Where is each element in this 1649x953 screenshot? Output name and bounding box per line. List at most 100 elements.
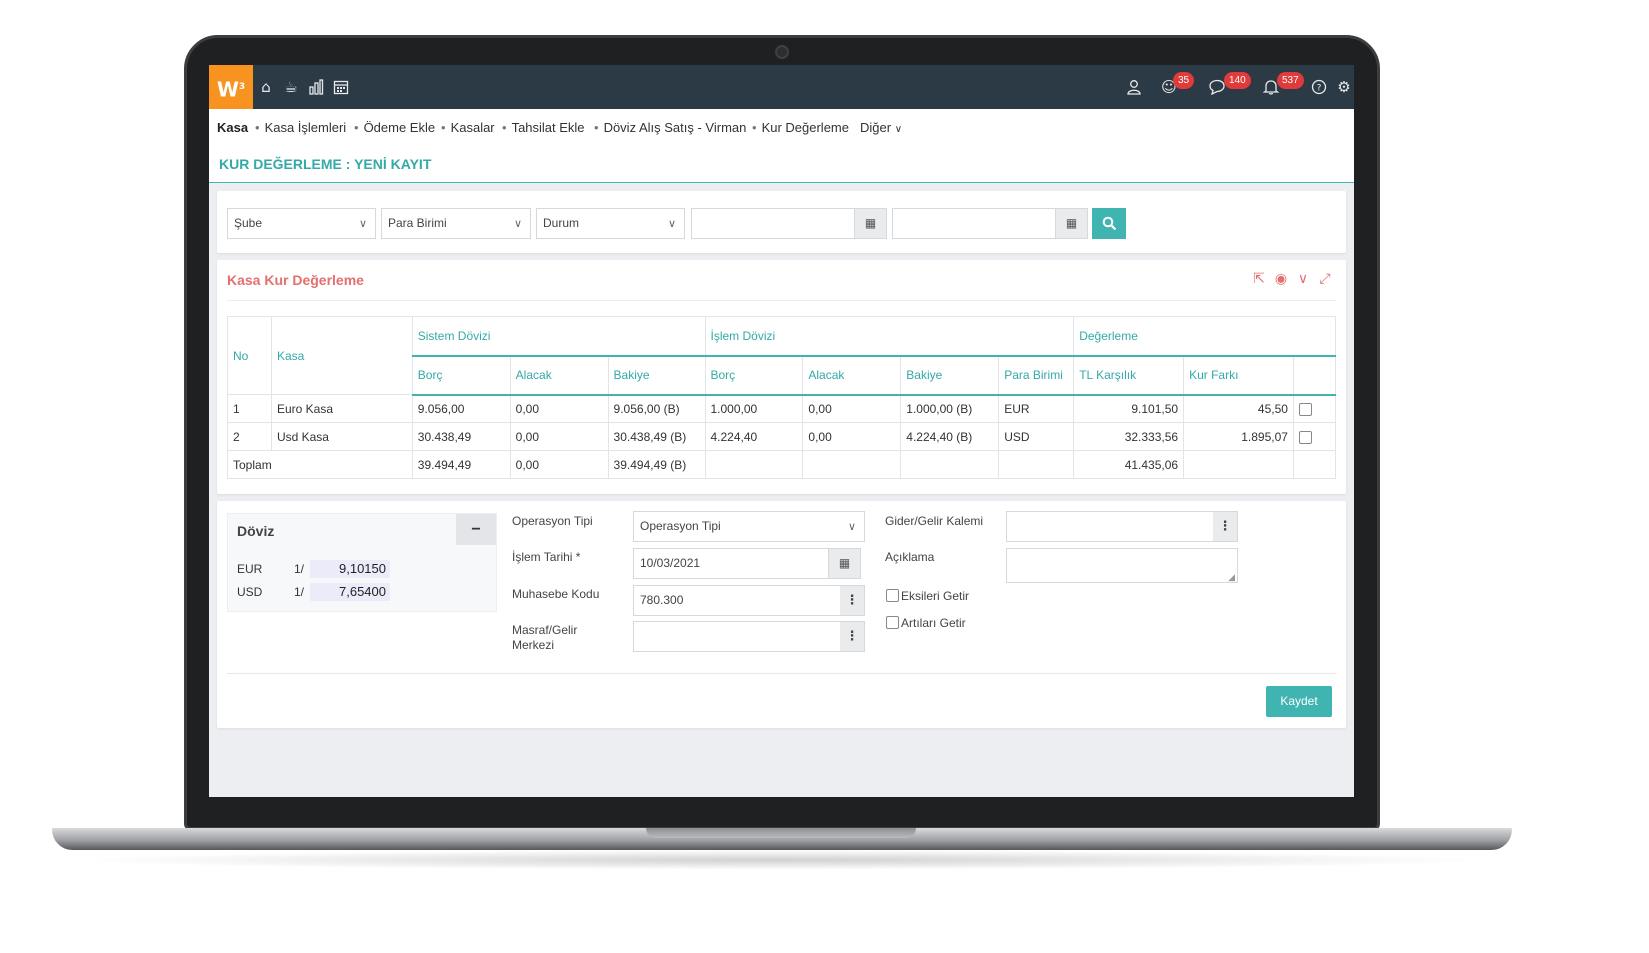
card-actions: ⇱ ◉ ∨ ⤢: [1248, 270, 1336, 288]
cell-i-borc: 4.224,40: [704, 422, 804, 451]
cell-tl-karsilik: 9.101,50: [1073, 394, 1185, 423]
chart-icon[interactable]: [306, 77, 326, 97]
islem-tarihi-input[interactable]: 10/03/2021 ▦: [633, 548, 861, 579]
col-s-borc: Borç: [411, 355, 511, 396]
menu-item-doviz-alis-satis[interactable]: • Döviz Alış Satış - Virman: [594, 120, 746, 135]
end-date-input[interactable]: ▦: [892, 208, 1088, 239]
group-sistem-dovizi: Sistem Dövizi: [411, 316, 706, 357]
artilari-getir-option[interactable]: Artıları Getir: [886, 616, 966, 630]
table-row[interactable]: 2 Usd Kasa 30.438,49 0,00 30.438,49 (B) …: [227, 422, 1337, 451]
rate-value[interactable]: 9,10150: [310, 560, 390, 578]
resize-handle-icon[interactable]: ◢: [1228, 572, 1235, 582]
artilari-checkbox[interactable]: [886, 616, 899, 629]
chat-badge: 140: [1224, 72, 1251, 89]
calendar-icon[interactable]: ▦: [828, 549, 860, 578]
para-birimi-select[interactable]: Para Birimi ∨: [381, 208, 531, 239]
cell-s-bakiye: 30.438,49 (B): [607, 422, 706, 451]
aciklama-label: Açıklama: [885, 550, 935, 564]
smile-badge: 35: [1173, 72, 1195, 89]
cup-icon[interactable]: ☕: [281, 77, 301, 97]
user-icon[interactable]: [1124, 77, 1144, 97]
menu-label: Kasa İşlemleri: [264, 120, 347, 135]
total-row: Toplam 39.494,49 0,00 39.494,49 (B) 41.4…: [227, 450, 1337, 479]
export-icon[interactable]: ⇱: [1248, 271, 1270, 287]
eksileri-label: Eksileri Getir: [901, 589, 970, 603]
menu-item-kasalar[interactable]: • Kasalar: [441, 120, 495, 135]
app-logo[interactable]: W3: [209, 65, 253, 109]
total-s-alacak: 0,00: [509, 450, 609, 479]
menu-item-kur-degerleme[interactable]: • Kur Değerleme: [752, 120, 849, 135]
start-date-input[interactable]: ▦: [691, 208, 887, 239]
page-title: KUR DEĞERLEME : YENİ KAYIT: [219, 156, 432, 172]
muhasebe-kodu-input[interactable]: 780.300 ⋮: [633, 585, 865, 616]
col-tl-karsilik: TL Karşılık: [1073, 355, 1185, 396]
home-icon[interactable]: ⌂: [256, 77, 276, 97]
total-s-borc: 39.494,49: [411, 450, 511, 479]
col-i-borc: Borç: [704, 355, 804, 396]
row-checkbox[interactable]: [1298, 430, 1312, 444]
chevron-down-icon: ∨: [667, 217, 676, 230]
calendar-icon[interactable]: ▦: [1055, 209, 1087, 238]
eye-icon[interactable]: ◉: [1270, 271, 1292, 287]
menu-item-kasa-islemleri[interactable]: • Kasa İşlemleri: [255, 120, 346, 135]
camera-icon: [775, 45, 789, 59]
collapse-button[interactable]: −: [456, 514, 496, 545]
menu-item-odeme-ekle[interactable]: • Ödeme Ekle: [354, 120, 435, 135]
chevron-down-icon[interactable]: ∨: [1292, 271, 1314, 287]
group-degerleme: Değerleme: [1073, 316, 1336, 357]
expand-icon[interactable]: ⤢: [1314, 271, 1336, 287]
col-no: No: [227, 316, 272, 395]
col-kasa: Kasa: [270, 316, 413, 395]
masraf-gelir-merkezi-input[interactable]: ⋮: [633, 621, 865, 652]
rate-value[interactable]: 7,65400: [310, 583, 390, 601]
bell-badge: 537: [1277, 72, 1304, 89]
cell-select: [1292, 422, 1337, 451]
operasyon-tipi-select[interactable]: Operasyon Tipi ∨: [633, 511, 865, 542]
more-icon[interactable]: ⋮: [840, 586, 864, 615]
menu-item-kasa[interactable]: Kasa: [217, 120, 248, 135]
calendar-icon[interactable]: ▦: [854, 209, 886, 238]
col-para-birimi: Para Birimi: [998, 355, 1075, 396]
more-icon[interactable]: ⋮: [1213, 512, 1237, 541]
menu-item-tahsilat-ekle[interactable]: • Tahsilat Ekle: [502, 120, 585, 135]
row-checkbox[interactable]: [1298, 402, 1312, 416]
menu-label: Kasalar: [450, 120, 495, 135]
table-row[interactable]: 1 Euro Kasa 9.056,00 0,00 9.056,00 (B) 1…: [227, 394, 1337, 423]
search-button[interactable]: [1092, 208, 1126, 239]
help-icon[interactable]: ?: [1309, 77, 1329, 97]
menu-item-diger[interactable]: Diğer ∨: [860, 120, 902, 135]
chevron-down-icon: ∨: [847, 520, 856, 533]
cell-kasa: Euro Kasa: [270, 394, 413, 423]
save-button[interactable]: Kaydet: [1266, 686, 1332, 717]
laptop-shadow: [70, 850, 1490, 870]
aciklama-textarea[interactable]: ◢: [1006, 548, 1238, 583]
chevron-down-icon: ∨: [513, 217, 522, 230]
col-i-alacak: Alacak: [802, 355, 902, 396]
gear-icon[interactable]: ⚙: [1334, 77, 1354, 97]
calendar-icon[interactable]: [331, 77, 351, 97]
eksileri-checkbox[interactable]: [886, 589, 899, 602]
eksileri-getir-option[interactable]: Eksileri Getir: [886, 589, 969, 603]
cell-s-borc: 30.438,49: [411, 422, 511, 451]
page-header: KUR DEĞERLEME : YENİ KAYIT: [209, 145, 1354, 183]
cell-s-borc: 9.056,00: [411, 394, 511, 423]
operasyon-label: Operasyon Tipi: [512, 514, 593, 528]
app-screen: W3 ⌂ ☕ ☺ 35 140 537 ? ⚙ Kasa • Kasa İşlem…: [209, 65, 1354, 797]
cell-kur-farki: 45,50: [1183, 394, 1294, 423]
cell-i-alacak: 0,00: [802, 422, 902, 451]
cell-no: 1: [227, 394, 272, 423]
cell-no: 2: [227, 422, 272, 451]
rate-row-usd: USD 1/ 7,65400: [237, 583, 487, 601]
gider-gelir-kalemi-input[interactable]: ⋮: [1006, 511, 1238, 542]
more-icon[interactable]: ⋮: [840, 622, 864, 651]
cell-i-borc: 1.000,00: [704, 394, 804, 423]
masraf-gelir-merkezi-label: Masraf/Gelir Merkezi: [512, 623, 578, 652]
chevron-down-icon: ∨: [358, 217, 367, 230]
module-menu: Kasa • Kasa İşlemleri • Ödeme Ekle • Kasala…: [209, 109, 1354, 145]
durum-select[interactable]: Durum ∨: [536, 208, 685, 239]
total-empty: [1183, 450, 1294, 479]
sube-select[interactable]: Şube ∨: [227, 208, 376, 239]
rate-currency: USD: [237, 585, 263, 599]
menu-label: Kur Değerleme: [761, 120, 849, 135]
cell-s-bakiye: 9.056,00 (B): [607, 394, 706, 423]
